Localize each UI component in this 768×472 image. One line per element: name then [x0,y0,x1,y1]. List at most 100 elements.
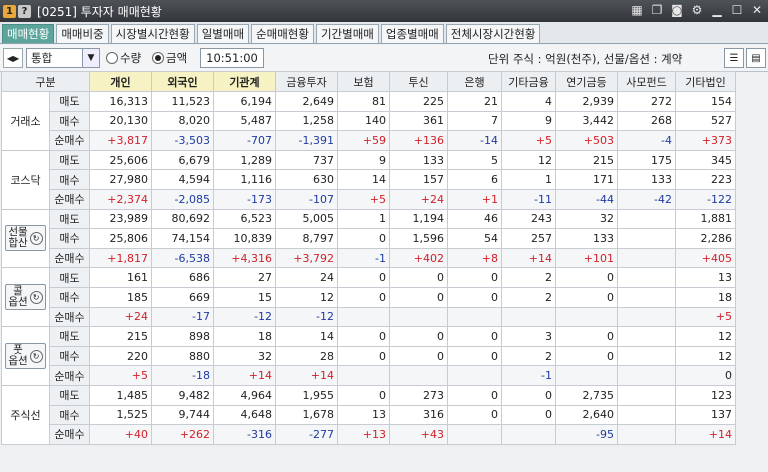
refresh-icon[interactable]: ↻ [29,231,43,245]
group-toggle-button[interactable]: 콜 옵션 ↻ [5,284,46,311]
row-label: 매도 [49,267,90,288]
table-row: 매수 25,806 74,154 10,839 8,797 0 1,596 54 257 133 2… [2,228,736,249]
refresh-icon[interactable]: ↻ [29,349,43,363]
group-toggle-button[interactable]: 선물 합산 ↻ [5,225,46,252]
cell-value: 686 [151,267,214,288]
cell-value [389,306,448,328]
row-label: 매수 [49,169,90,190]
group-label-1: 코스닥 [1,149,50,210]
column-header-3[interactable]: 외국인 [151,71,214,92]
column-header-10[interactable]: 연기금등 [555,71,618,92]
column-header-12[interactable]: 기타법인 [675,71,736,92]
tab-1[interactable]: 매매비중 [56,24,109,43]
cell-value: +262 [151,424,214,445]
help-icon[interactable]: ? [18,4,31,18]
time-input[interactable]: 10:51:00 [200,48,264,68]
cell-value [617,247,676,269]
column-header-9[interactable]: 기타금융 [501,71,556,92]
cell-value: 0 [501,384,556,406]
cell-value: 1,485 [89,384,152,406]
cell-value: 257 [501,228,556,249]
column-header-8[interactable]: 은행 [447,71,502,92]
cell-value: 27 [213,267,276,288]
tab-5[interactable]: 기간별매매 [315,24,379,43]
tab-4[interactable]: 순매매현황 [251,24,314,43]
market-select[interactable]: 통합 ▼ [26,48,100,68]
radio-amount[interactable]: 금액 [152,50,187,66]
column-header-4[interactable]: 기관계 [213,71,276,92]
prev-next-arrows-icon[interactable]: ◀▶ [3,48,23,68]
cell-value: +24 [389,188,448,210]
cell-value: -4 [617,130,676,151]
table-row: 매수 27,980 4,594 1,116 630 14 157 6 1 171 133 223 [2,169,736,190]
tab-6[interactable]: 업종별매매 [380,24,444,43]
cell-value: 5,487 [213,110,276,132]
group-label-4[interactable]: 풋 옵션 ↻ [1,326,50,386]
close-icon[interactable]: ✕ [750,2,764,18]
table-row: 순매수 +3,817 -3,503 -707 -1,391 +59 +136 -14 +5 +50… [2,130,736,151]
chevron-down-icon[interactable]: ▼ [82,49,99,67]
cell-value: -1 [501,365,556,386]
radio-quantity-dot[interactable] [106,52,118,64]
radio-amount-dot[interactable] [152,52,164,64]
cell-value: 133 [555,228,618,249]
tab-7[interactable]: 전체시장시간현황 [445,24,541,43]
cell-value: 18 [675,286,736,308]
cell-value: 220 [89,345,152,367]
cell-value: +5 [501,130,556,151]
cell-value: 12 [501,149,556,171]
tab-0[interactable]: 매매현황 [2,24,55,43]
column-header-5[interactable]: 금융투자 [275,71,338,92]
column-header-2[interactable]: 개인 [89,71,152,92]
camera-icon[interactable]: ◙ [670,2,684,18]
cell-value [337,306,390,328]
link-icon[interactable]: ▦ [630,2,644,18]
column-header-0[interactable]: 구분 [1,71,90,92]
cell-value: -107 [275,188,338,210]
tab-2[interactable]: 시장별시간현황 [110,24,195,43]
cell-value: 16,313 [89,91,152,112]
cell-value: +43 [389,424,448,445]
row-label: 매수 [49,345,90,367]
cell-value: +5 [675,306,736,328]
cell-value: 4,964 [213,384,276,406]
tab-3[interactable]: 일별매매 [196,24,250,43]
cell-value: +3,792 [275,247,338,269]
title-bar: 1 ? [0251] 투자자 매매현황 ▦ ❐ ◙ ⚙ ▁ ☐ ✕ [0,0,768,22]
column-header-6[interactable]: 보험 [337,71,390,92]
excel-export-icon[interactable]: ▤ [746,48,766,68]
list-view-icon[interactable]: ☰ [724,48,744,68]
cell-value: 14 [275,326,338,347]
column-header-7[interactable]: 투신 [389,71,448,92]
table-row: 순매수 +40 +262 -316 -277 +13 +43 -95 +14 [2,424,736,445]
cell-value: 15 [213,286,276,308]
settings-gear-icon[interactable]: ⚙ [690,2,704,18]
cell-value: 0 [447,267,502,288]
copy-icon[interactable]: ❐ [650,2,664,18]
radio-quantity[interactable]: 수량 [106,50,141,66]
cell-value: -12 [275,306,338,328]
table-row: 매수 185 669 15 12 0 0 0 2 0 18 [2,286,736,308]
cell-value: 225 [389,91,448,112]
cell-value [617,404,676,426]
group-toggle-button[interactable]: 풋 옵션 ↻ [5,343,46,370]
cell-value: 0 [389,326,448,347]
cell-value: 7 [447,110,502,132]
cell-value: 0 [337,286,390,308]
cell-value: 1,194 [389,208,448,230]
row-label: 매도 [49,384,90,406]
cell-value [555,365,618,386]
group-label-5: 주식선 [1,384,50,445]
column-header-11[interactable]: 사모펀드 [617,71,676,92]
cell-value: 215 [89,326,152,347]
cell-value: 0 [501,404,556,426]
maximize-icon[interactable]: ☐ [730,2,744,18]
minimize-icon[interactable]: ▁ [710,2,724,18]
refresh-icon[interactable]: ↻ [29,290,43,304]
group-label-3[interactable]: 콜 옵션 ↻ [1,267,50,328]
group-label-2[interactable]: 선물 합산 ↻ [1,208,50,269]
cell-value: 0 [337,267,390,288]
window-number-icon[interactable]: 1 [3,4,16,18]
cell-value: 133 [617,169,676,190]
cell-value: 13 [675,267,736,288]
